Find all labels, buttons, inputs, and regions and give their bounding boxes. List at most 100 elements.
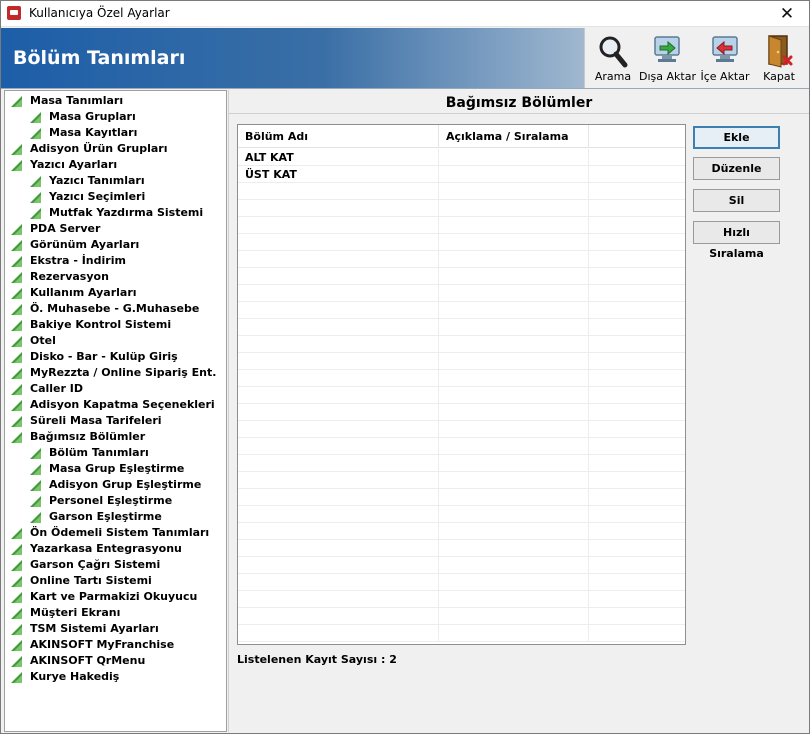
table-row[interactable] [238, 387, 685, 404]
table-row[interactable]: ÜST KAT [238, 166, 685, 183]
column-header-extra[interactable] [589, 125, 685, 148]
table-cell [589, 251, 685, 268]
table-cell [238, 285, 439, 302]
table-cell: ALT KAT [238, 149, 439, 166]
table-cell [589, 608, 685, 625]
table-row[interactable] [238, 404, 685, 421]
table-row[interactable] [238, 557, 685, 574]
table-cell [439, 234, 589, 251]
table-row[interactable] [238, 268, 685, 285]
tree-item-label: Süreli Masa Tarifeleri [30, 414, 162, 427]
table-row[interactable] [238, 183, 685, 200]
table-cell [589, 523, 685, 540]
table-row[interactable] [238, 421, 685, 438]
table-row[interactable] [238, 574, 685, 591]
table-cell [238, 319, 439, 336]
table-row[interactable] [238, 234, 685, 251]
tree-node-icon [30, 128, 41, 139]
table-row[interactable] [238, 285, 685, 302]
tree-node-icon [11, 656, 22, 667]
table-row[interactable] [238, 438, 685, 455]
tree-item-label: Garson Çağrı Sistemi [30, 558, 161, 571]
table-cell [589, 404, 685, 421]
app-window: Kullanıcıya Özel Ayarlar ✕ Bölüm Tanımla… [0, 0, 810, 734]
close-page-button-label: Kapat [763, 70, 795, 83]
table-row[interactable] [238, 540, 685, 557]
tree-item-label: Otel [30, 334, 56, 347]
table-row[interactable] [238, 370, 685, 387]
tree-item-label: Masa Grupları [49, 110, 136, 123]
header-banner: Bölüm Tanımları Arama Dışa Aktar İçe Akt… [1, 28, 809, 89]
tree-item-label: Yazıcı Ayarları [30, 158, 118, 171]
tree-node-icon [11, 592, 22, 603]
grid-header: Bölüm Adı Açıklama / Sıralama [238, 125, 685, 148]
tree-item-label: Bakiye Kontrol Sistemi [30, 318, 172, 331]
tree-node-icon [11, 368, 22, 379]
tree-item-label: Müşteri Ekranı [30, 606, 121, 619]
tree-node-icon [11, 144, 22, 155]
table-cell [238, 217, 439, 234]
table-row[interactable] [238, 302, 685, 319]
tree-item-label: Adisyon Kapatma Seçenekleri [30, 398, 215, 411]
tree-node-icon [11, 288, 22, 299]
table-cell [439, 302, 589, 319]
column-header-name[interactable]: Bölüm Adı [238, 125, 439, 148]
tree-node-icon [11, 256, 22, 267]
table-row[interactable] [238, 200, 685, 217]
table-cell [439, 540, 589, 557]
delete-button[interactable]: Sil [693, 189, 780, 212]
add-button[interactable]: Ekle [693, 126, 780, 149]
table-cell [238, 591, 439, 608]
table-cell [589, 438, 685, 455]
table-cell [238, 472, 439, 489]
quick-sort-button[interactable]: Hızlı Sıralama [693, 221, 780, 260]
export-icon [654, 36, 680, 62]
search-button[interactable]: Arama [585, 32, 641, 84]
table-cell [238, 540, 439, 557]
table-row[interactable] [238, 591, 685, 608]
tree-node-icon [30, 496, 41, 507]
table-cell [439, 625, 589, 642]
table-row[interactable] [238, 489, 685, 506]
tree-node-icon [30, 464, 41, 475]
table-cell [439, 285, 589, 302]
table-row[interactable] [238, 472, 685, 489]
table-row[interactable]: ALT KAT [238, 149, 685, 166]
window-close-button[interactable]: ✕ [765, 1, 809, 27]
import-button[interactable]: İçe Aktar [697, 32, 753, 84]
table-row[interactable] [238, 217, 685, 234]
tree-node-icon [11, 608, 22, 619]
tree-item-label: Bölüm Tanımları [49, 446, 149, 459]
table-cell [238, 574, 439, 591]
table-row[interactable] [238, 523, 685, 540]
table-cell [589, 319, 685, 336]
column-header-description[interactable]: Açıklama / Sıralama [439, 125, 589, 148]
table-cell [589, 353, 685, 370]
table-row[interactable] [238, 319, 685, 336]
table-cell [238, 353, 439, 370]
sections-grid[interactable]: Bölüm Adı Açıklama / Sıralama ALT KAT ÜST… [237, 124, 686, 645]
table-row[interactable] [238, 506, 685, 523]
table-cell [238, 387, 439, 404]
tree-node-icon [11, 560, 22, 571]
table-row[interactable] [238, 251, 685, 268]
table-row[interactable] [238, 353, 685, 370]
table-cell [439, 574, 589, 591]
tree-node-icon [11, 160, 22, 171]
edit-button[interactable]: Düzenle [693, 157, 780, 180]
table-cell [238, 506, 439, 523]
tree-node-icon [11, 576, 22, 587]
table-cell [589, 387, 685, 404]
table-row[interactable] [238, 455, 685, 472]
table-cell [589, 183, 685, 200]
close-page-button[interactable]: Kapat [751, 32, 807, 84]
title-bar[interactable]: Kullanıcıya Özel Ayarlar ✕ [1, 1, 809, 27]
table-row[interactable] [238, 336, 685, 353]
tree-node-icon [11, 336, 22, 347]
table-row[interactable] [238, 608, 685, 625]
export-button[interactable]: Dışa Aktar [639, 32, 696, 84]
tree-node-icon [11, 320, 22, 331]
tree-node-icon [30, 176, 41, 187]
table-row[interactable] [238, 625, 685, 642]
tree-item-label: Masa Grup Eşleştirme [49, 462, 185, 475]
